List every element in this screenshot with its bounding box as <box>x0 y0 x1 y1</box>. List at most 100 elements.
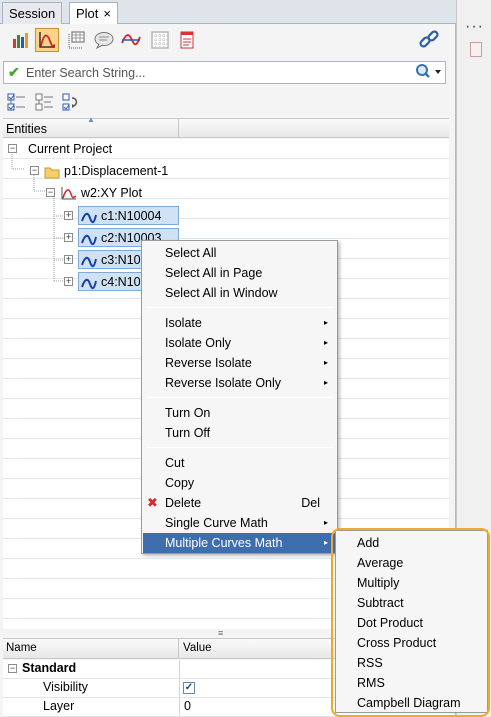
search-input[interactable] <box>26 63 406 82</box>
menu-item-select-all[interactable]: Select All <box>143 243 336 263</box>
expand-icon[interactable]: + <box>64 211 73 220</box>
menu-item-label: Turn On <box>165 406 211 420</box>
tree-view-icon[interactable] <box>35 92 55 112</box>
property-value[interactable]: 0 <box>184 699 191 713</box>
curve-icon <box>81 254 97 274</box>
curve-icon <box>81 232 97 252</box>
collapse-icon[interactable]: − <box>30 166 39 175</box>
menu-item-label: Single Curve Math <box>165 516 268 530</box>
more-icon[interactable]: ··· <box>465 18 484 36</box>
project-label: Current Project <box>28 142 113 156</box>
menu-separator <box>146 447 334 448</box>
menu-item-label: Select All in Window <box>165 286 278 300</box>
tab-plot-label: Plot <box>76 6 99 21</box>
menu-item-label: Select All in Page <box>165 266 263 280</box>
curve-label: c1:N10004 <box>101 209 162 223</box>
folder-icon <box>44 165 60 185</box>
expand-icon[interactable]: + <box>64 233 73 242</box>
menu-item-copy[interactable]: Copy <box>143 473 336 493</box>
menu-item-select-all-in-window[interactable]: Select All in Window <box>143 283 336 303</box>
tab-plot[interactable]: Plot × <box>69 2 118 25</box>
menu-item-multiple-curves-math[interactable]: Multiple Curves Math ▸ <box>143 533 336 553</box>
property-name: Visibility <box>43 680 88 694</box>
submenu-item-campbell-diagram[interactable]: Campbell Diagram <box>337 693 486 713</box>
submenu-arrow-icon: ▸ <box>323 358 328 367</box>
submenu-item-rms[interactable]: RMS <box>337 673 486 693</box>
submenu-arrow-icon: ▸ <box>323 338 328 347</box>
submenu-arrow-icon: ▸ <box>323 518 328 527</box>
menu-item-single-curve-math[interactable]: Single Curve Math ▸ <box>143 513 336 533</box>
submenu-item-cross-product[interactable]: Cross Product <box>337 633 486 653</box>
menu-item-label: Isolate Only <box>165 336 232 350</box>
plot-label: w2:XY Plot <box>81 186 142 200</box>
menu-item-delete[interactable]: ✖ Delete Del <box>143 493 336 513</box>
close-icon[interactable]: × <box>103 6 111 21</box>
menu-item-label: Delete <box>165 496 202 510</box>
entities-column-header[interactable]: Entities ▲ <box>3 115 179 138</box>
splitter-grip[interactable]: ≡ <box>218 628 223 638</box>
collapse-icon[interactable]: − <box>46 188 55 197</box>
document-icon[interactable] <box>470 42 482 57</box>
expand-selected-icon[interactable] <box>7 92 27 112</box>
curve-label: c4:N10 <box>101 275 141 289</box>
menu-item-label: Select All <box>165 246 217 260</box>
search-icon[interactable] <box>414 63 444 82</box>
xy-plot-icon <box>61 186 77 206</box>
name-column-header[interactable]: Name <box>3 639 179 659</box>
sort-arrow-icon: ▲ <box>87 115 95 124</box>
menu-item-cut[interactable]: Cut <box>143 453 336 473</box>
menu-item-isolate[interactable]: Isolate ▸ <box>143 313 336 333</box>
menu-item-select-all-in-page[interactable]: Select All in Page <box>143 263 336 283</box>
context-menu: Select All Select All in Page Select All… <box>141 240 338 554</box>
section-label: Standard <box>22 661 77 675</box>
submenu-item-dot-product[interactable]: Dot Product <box>337 613 486 633</box>
page-icon[interactable] <box>175 28 199 52</box>
check-icon: ✔ <box>8 64 20 80</box>
submenu-item-add[interactable]: Add <box>337 533 486 553</box>
menu-item-label: Copy <box>165 476 195 490</box>
menu-item-label: Cut <box>165 456 185 470</box>
xy-plot-icon[interactable] <box>35 28 59 52</box>
collapse-icon[interactable]: − <box>8 664 17 673</box>
swap-selection-icon[interactable] <box>62 92 82 112</box>
search-box: ✔ <box>3 61 446 84</box>
expand-icon[interactable]: + <box>64 277 73 286</box>
curve-selection[interactable]: c1:N10004 <box>78 206 179 225</box>
collapse-icon[interactable]: − <box>8 144 17 153</box>
menu-separator <box>146 307 334 308</box>
property-name: Layer <box>43 699 75 713</box>
tab-session[interactable]: Session <box>2 2 63 24</box>
visibility-checkbox[interactable]: ✓ <box>183 682 195 694</box>
multiple-curves-math-submenu: Add Average Multiply Subtract Dot Produc… <box>335 530 488 713</box>
curve-icon[interactable] <box>119 28 143 52</box>
menu-item-turn-on[interactable]: Turn On <box>143 403 336 423</box>
submenu-arrow-icon: ▸ <box>323 378 328 387</box>
tab-bar: Session Plot × <box>0 0 456 25</box>
submenu-arrow-icon: ▸ <box>323 318 328 327</box>
tree-header: Entities ▲ <box>3 115 449 138</box>
chain-link-icon[interactable] <box>417 28 441 52</box>
menu-item-turn-off[interactable]: Turn Off <box>143 423 336 443</box>
curve-label: c3:N10 <box>101 253 141 267</box>
tab-session-label: Session <box>9 6 56 21</box>
menu-item-label: Multiple Curves Math <box>165 536 283 550</box>
menu-item-reverse-isolate-only[interactable]: Reverse Isolate Only ▸ <box>143 373 336 393</box>
menu-item-reverse-isolate[interactable]: Reverse Isolate ▸ <box>143 353 336 373</box>
curve-icon <box>81 210 97 230</box>
menu-item-label: Turn Off <box>165 426 211 440</box>
menu-item-isolate-only[interactable]: Isolate Only ▸ <box>143 333 336 353</box>
menu-item-label: Isolate <box>165 316 202 330</box>
submenu-item-subtract[interactable]: Subtract <box>337 593 486 613</box>
bar-chart-icon[interactable] <box>9 28 33 52</box>
submenu-item-rss[interactable]: RSS <box>337 653 486 673</box>
menu-item-label: Reverse Isolate Only <box>165 376 282 390</box>
grid-icon[interactable] <box>148 28 172 52</box>
shortcut-label: Del <box>301 496 320 510</box>
annotation-bubble-icon[interactable] <box>92 28 116 52</box>
submenu-item-average[interactable]: Average <box>337 553 486 573</box>
menu-item-label: Reverse Isolate <box>165 356 252 370</box>
value-column-header[interactable]: Value <box>180 639 212 659</box>
table-icon[interactable] <box>64 28 88 52</box>
expand-icon[interactable]: + <box>64 255 73 264</box>
submenu-item-multiply[interactable]: Multiply <box>337 573 486 593</box>
